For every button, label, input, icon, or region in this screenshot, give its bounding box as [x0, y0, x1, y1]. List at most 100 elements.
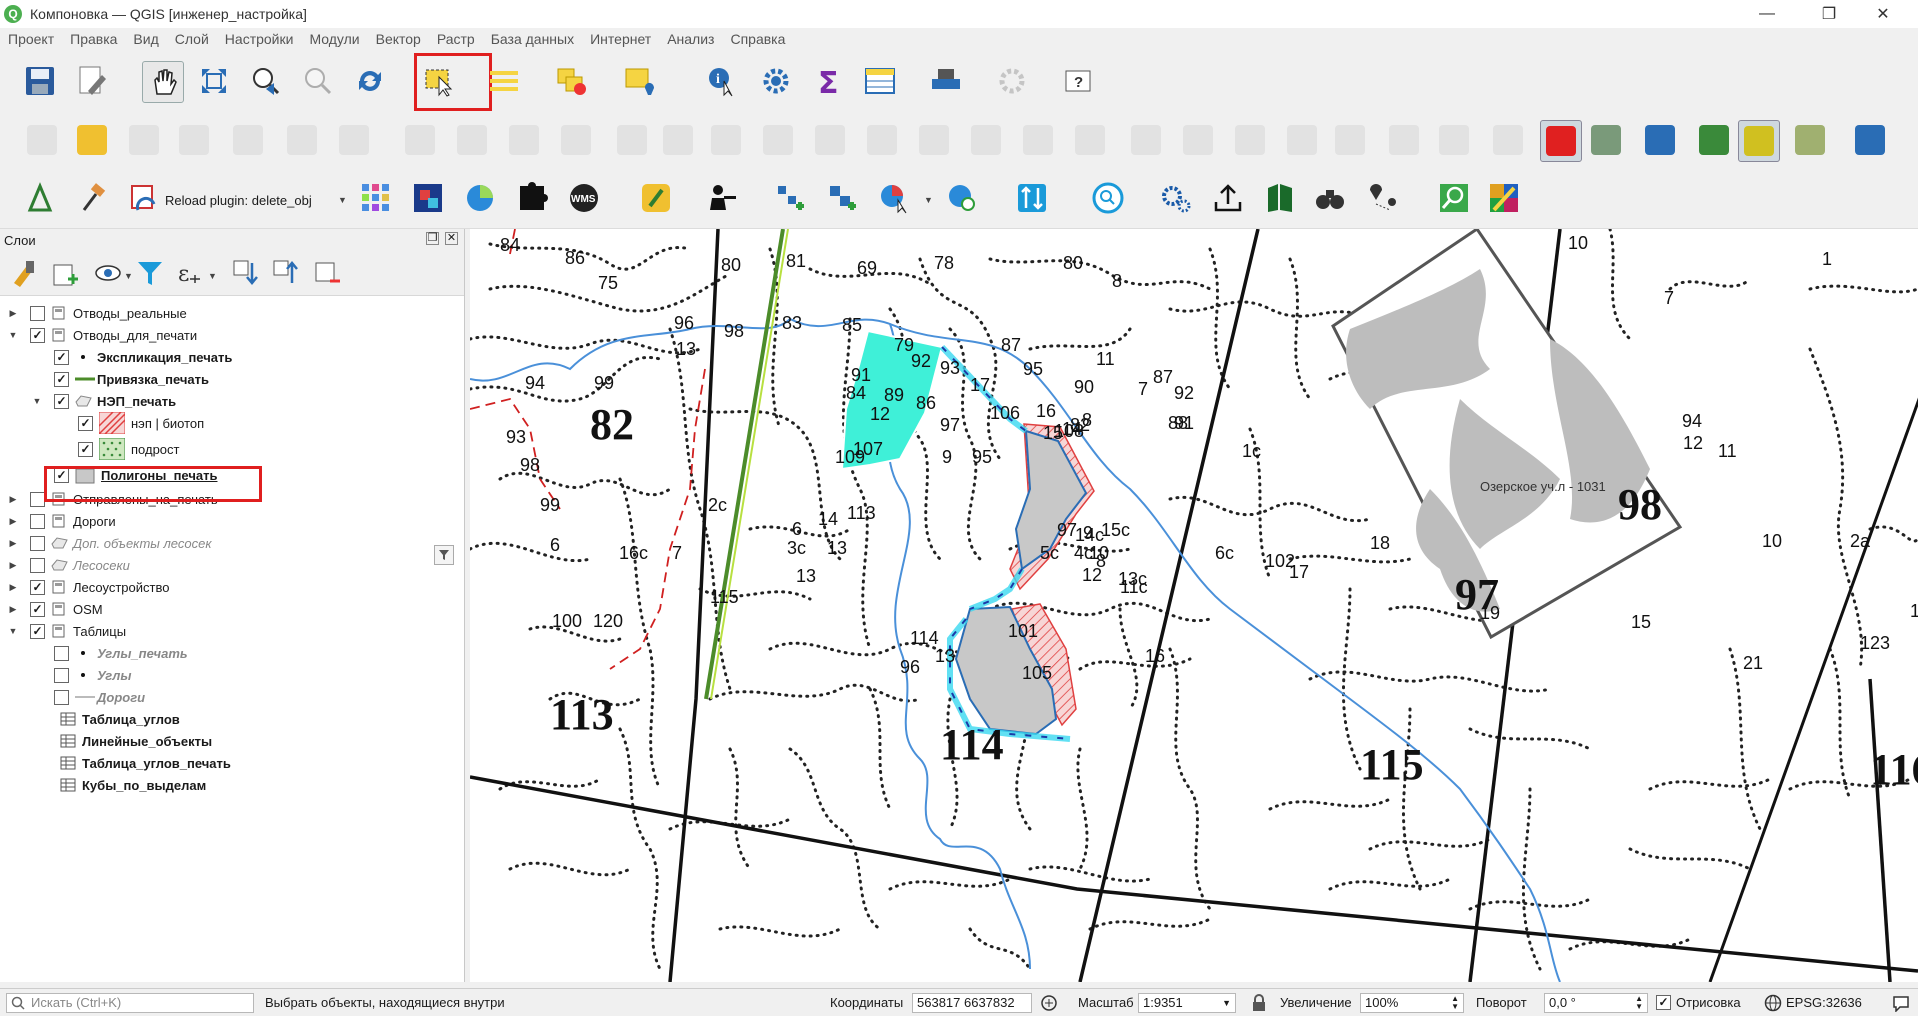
menu-edit[interactable]: Правка: [62, 31, 125, 47]
zoom-spinbox[interactable]: 100% ▲ ▼: [1360, 992, 1464, 1013]
redo-button[interactable]: [658, 120, 698, 160]
add-polygon-button[interactable]: [228, 120, 268, 160]
coordinate-toggle-icon[interactable]: [1040, 994, 1058, 1012]
zoom-full-button[interactable]: [194, 61, 234, 101]
add-part-button[interactable]: [1070, 120, 1110, 160]
layer-visibility-checkbox[interactable]: [30, 557, 45, 573]
locator-search[interactable]: Искать (Ctrl+K): [6, 992, 254, 1013]
layer-item[interactable]: Кубы_по_выделам: [0, 774, 206, 796]
layer-visibility-checkbox[interactable]: [30, 513, 45, 529]
processing-toolbox-button[interactable]: [756, 61, 796, 101]
reload-plugin-dropdown-icon[interactable]: ▼: [338, 195, 347, 205]
layer-item[interactable]: ▶ Доп. объекты лесосек: [0, 532, 211, 554]
reload-plugin-button[interactable]: [124, 178, 164, 218]
statistics-button[interactable]: Σ: [808, 61, 848, 101]
save-project-button[interactable]: [20, 61, 60, 101]
filter-indicator-icon[interactable]: [434, 545, 454, 565]
menu-web[interactable]: Интернет: [582, 31, 659, 47]
filter-icon[interactable]: [136, 259, 164, 287]
layer-visibility-checkbox[interactable]: ✓: [78, 441, 93, 457]
layer-item[interactable]: ✓ Привязка_печать: [0, 368, 209, 390]
move-feature-button[interactable]: [758, 120, 798, 160]
topology-edit-button[interactable]: [1738, 120, 1780, 162]
fill-ring-button[interactable]: [966, 120, 1006, 160]
expand-arrow-icon[interactable]: ▶: [8, 308, 18, 319]
identify-button[interactable]: i: [702, 61, 742, 101]
deselect-button[interactable]: [552, 61, 592, 101]
rotation-spinbox[interactable]: 0,0 ° ▲ ▼: [1544, 992, 1648, 1013]
remove-layer-icon[interactable]: [314, 259, 342, 287]
float-panel-icon[interactable]: ❐: [426, 232, 439, 245]
menu-vector[interactable]: Вектор: [368, 31, 429, 47]
menu-view[interactable]: Вид: [125, 31, 166, 47]
puzzle-plugin-button[interactable]: [512, 178, 552, 218]
select-pie-dropdown-icon[interactable]: ▼: [924, 195, 933, 205]
plugin-a-button[interactable]: [20, 178, 60, 218]
menu-settings[interactable]: Настройки: [217, 31, 302, 47]
map-canvas[interactable]: 8486758081697880810719969883857987111391…: [470, 229, 1918, 982]
add-group-icon[interactable]: [52, 259, 80, 287]
layer-item[interactable]: ▶ Лесосеки: [0, 554, 130, 576]
layer-item[interactable]: Углы_печать: [0, 642, 188, 664]
eye-dropdown-icon[interactable]: ▼: [124, 271, 133, 281]
menu-layer[interactable]: Слой: [167, 31, 217, 47]
shape-tool-button[interactable]: [706, 120, 746, 160]
pan-button[interactable]: [142, 61, 184, 103]
messages-icon[interactable]: [1892, 994, 1910, 1012]
menu-plugins[interactable]: Модули: [301, 31, 367, 47]
panel-toggle-button[interactable]: [1850, 120, 1890, 160]
attribute-table-button[interactable]: [860, 61, 900, 101]
delete-selected-button[interactable]: [400, 120, 440, 160]
user-plugin-button[interactable]: [702, 178, 742, 218]
edit-pencil-button[interactable]: [72, 120, 112, 160]
maximize-button[interactable]: ❐: [1806, 0, 1852, 28]
close-button[interactable]: ✕: [1860, 0, 1906, 28]
split-button[interactable]: [1282, 120, 1322, 160]
layer-item[interactable]: Таблица_углов: [0, 708, 180, 730]
merge-button[interactable]: [1384, 120, 1424, 160]
save-edits-button[interactable]: [124, 120, 164, 160]
expand-all-icon[interactable]: [232, 259, 260, 287]
reload-plugin-label[interactable]: Reload plugin: delete_obj: [165, 193, 312, 208]
globe-icon[interactable]: [1764, 994, 1782, 1012]
digitize-line-button[interactable]: [174, 120, 214, 160]
menu-raster[interactable]: Растр: [429, 31, 483, 47]
layer-item[interactable]: Таблица_углов_печать: [0, 752, 231, 774]
zoom-next-button[interactable]: [298, 61, 338, 101]
zoom-pie-button[interactable]: [942, 178, 982, 218]
layer-visibility-checkbox[interactable]: [30, 491, 45, 507]
expand-arrow-icon[interactable]: ▼: [32, 396, 42, 406]
snapping-magnet-button[interactable]: [1540, 120, 1582, 162]
layer-visibility-checkbox[interactable]: ✓: [30, 579, 45, 595]
search-green-button[interactable]: [1434, 178, 1474, 218]
sort-plugin-button[interactable]: [1012, 178, 1052, 218]
color-tool-button[interactable]: [1484, 178, 1524, 218]
add-feature-b-button[interactable]: [822, 178, 862, 218]
layer-item[interactable]: ▼ ✓ Отводы_для_печати: [0, 324, 197, 346]
search-plugin-button[interactable]: [1088, 178, 1128, 218]
vertex-tool-button[interactable]: [282, 120, 322, 160]
expand-arrow-icon[interactable]: ▶: [8, 582, 18, 593]
offset-curve-button[interactable]: [1230, 120, 1270, 160]
layer-item[interactable]: ▼ ✓ НЭП_печать: [0, 390, 176, 412]
cut-button[interactable]: [452, 120, 492, 160]
measure-button[interactable]: [926, 61, 966, 101]
close-panel-icon[interactable]: ✕: [445, 232, 458, 245]
refresh-button[interactable]: [350, 61, 390, 101]
scale-combo[interactable]: 1:9351 ▼: [1138, 992, 1236, 1013]
layer-visibility-checkbox[interactable]: [30, 535, 45, 551]
layer-item[interactable]: Углы: [0, 664, 131, 686]
layer-visibility-checkbox[interactable]: [54, 645, 69, 661]
expression-dropdown-icon[interactable]: ▼: [208, 271, 217, 281]
settings-plugin-button[interactable]: [1156, 178, 1196, 218]
split-parts-button[interactable]: [1330, 120, 1370, 160]
layer-visibility-checkbox[interactable]: [54, 689, 69, 705]
layer-item[interactable]: ▶ Дороги: [0, 510, 116, 532]
layer-visibility-checkbox[interactable]: ✓: [54, 349, 69, 365]
project-properties-button[interactable]: [72, 61, 112, 101]
copy-button[interactable]: [504, 120, 544, 160]
eye-icon[interactable]: [94, 259, 122, 287]
select-pie-button[interactable]: [874, 178, 914, 218]
crs-label[interactable]: EPSG:32636: [1786, 995, 1862, 1010]
layer-item[interactable]: ▶ ✓ Лесоустройство: [0, 576, 169, 598]
